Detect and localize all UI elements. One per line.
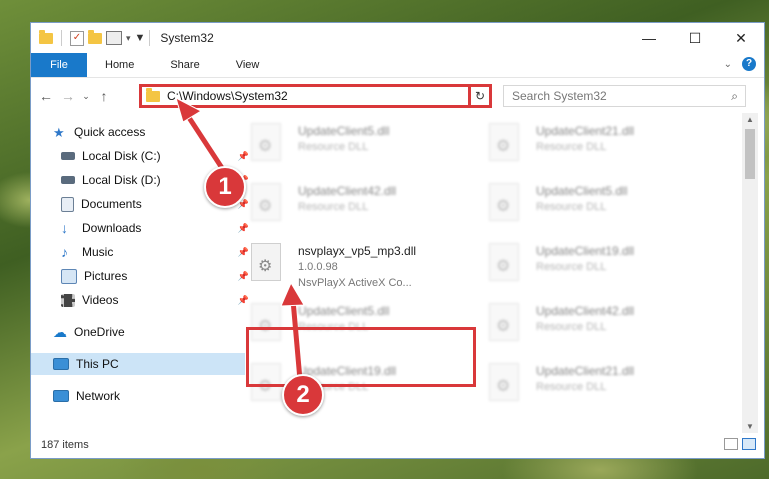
arrow-step2-line <box>290 299 303 381</box>
step-2-badge: 2 <box>282 374 324 416</box>
step-1-badge: 1 <box>204 166 246 208</box>
arrow-step2-head <box>280 281 305 307</box>
arrow-step1-head <box>175 97 203 123</box>
arrow-step1-line <box>183 111 225 170</box>
annotation-arrows <box>175 97 305 381</box>
